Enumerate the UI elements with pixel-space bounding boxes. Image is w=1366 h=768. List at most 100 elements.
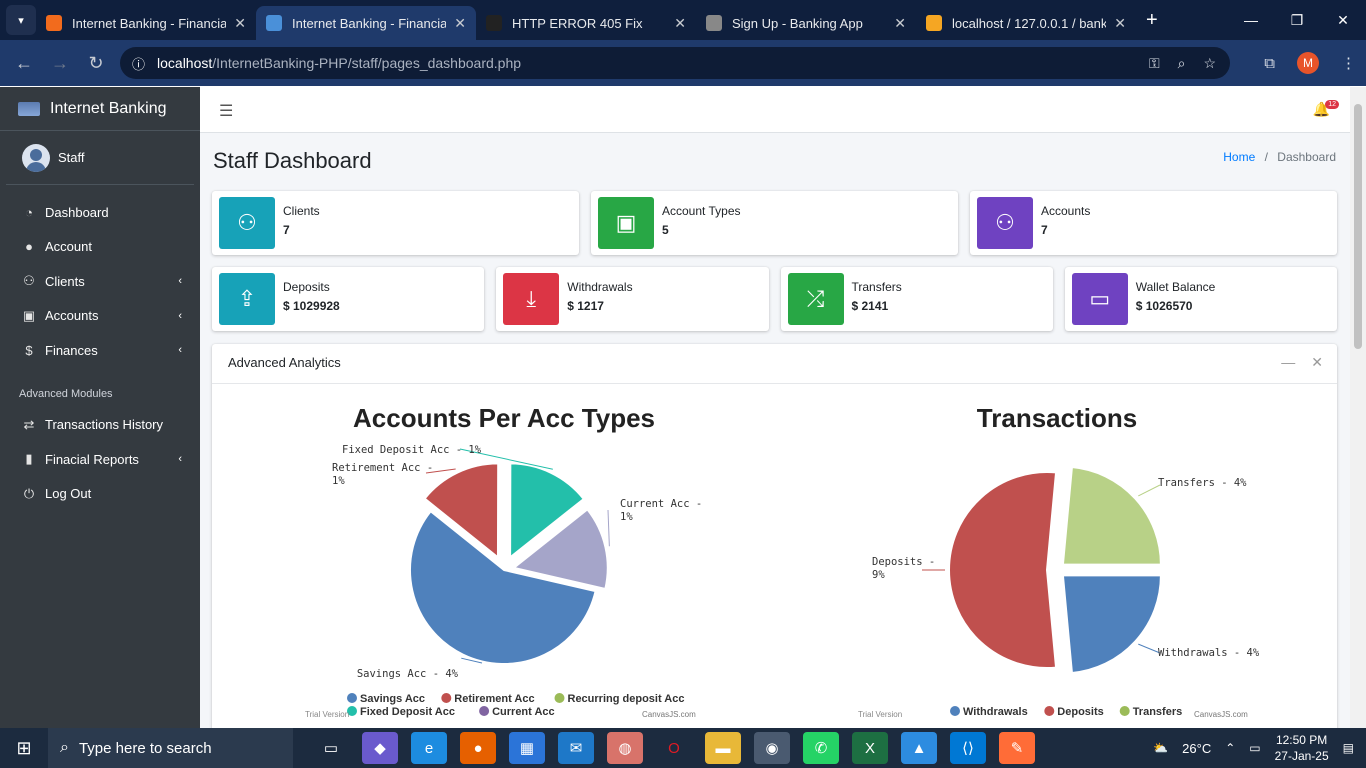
zoom-icon[interactable]: ⌕ xyxy=(1178,55,1186,72)
brand-link[interactable]: Internet Banking xyxy=(0,87,200,131)
stat-box-accounts: ⚇ Accounts 7 xyxy=(970,191,1337,255)
clock[interactable]: 12:50 PM 27-Jan-25 xyxy=(1275,732,1329,764)
sidebar-item-log-out[interactable]: ⏻ Log Out xyxy=(0,477,200,512)
pie-label: 1% xyxy=(620,511,633,523)
copilot-icon[interactable]: ◆ xyxy=(362,732,398,764)
paint-icon[interactable]: ▲ xyxy=(901,732,937,764)
tab-close-icon[interactable]: ✕ xyxy=(674,15,686,32)
excel-icon[interactable]: X xyxy=(852,732,888,764)
legend-label[interactable]: Withdrawals xyxy=(963,706,1028,718)
tab-close-icon[interactable]: ✕ xyxy=(1114,15,1126,32)
extensions-icon[interactable]: ⧉ xyxy=(1264,55,1275,72)
edge-icon[interactable]: e xyxy=(411,732,447,764)
tab-close-icon[interactable]: ✕ xyxy=(234,15,246,32)
pie-slice[interactable] xyxy=(1061,574,1162,675)
forward-icon[interactable]: → xyxy=(42,53,78,74)
notification-center-icon[interactable]: ▤ xyxy=(1343,741,1354,755)
task-view-icon[interactable]: ▭ xyxy=(313,732,349,764)
legend-label[interactable]: Current Acc xyxy=(492,706,555,718)
brand-logo-icon xyxy=(18,101,40,116)
money-icon: ▭ xyxy=(1071,273,1128,325)
sidebar-item-label: Clients xyxy=(45,273,85,289)
trial-version-text: Trial Version xyxy=(305,710,349,719)
sidebar-item-clients[interactable]: ⚇ Clients ‹ xyxy=(0,264,200,299)
page-title: Staff Dashboard xyxy=(213,148,372,173)
stat-label: Clients xyxy=(283,204,320,218)
address-bar: ← → ↻ ⓘ localhost/InternetBanking-PHP/st… xyxy=(0,40,1366,86)
photos-icon[interactable]: ◍ xyxy=(607,732,643,764)
sidebar-item-finacial-reports[interactable]: ▮ Finacial Reports ‹ xyxy=(0,442,200,477)
browser-tab[interactable]: localhost / 127.0.0.1 / bankir ✕ xyxy=(916,6,1136,40)
page-scrollbar[interactable] xyxy=(1350,87,1366,728)
browser-tab[interactable]: Internet Banking - Financial S ✕ xyxy=(256,6,476,40)
bookmark-star-icon[interactable]: ☆ xyxy=(1203,55,1216,72)
weather-icon[interactable]: ⛅ xyxy=(1153,741,1168,755)
back-icon[interactable]: ← xyxy=(6,53,42,74)
sidebar-item-finances[interactable]: $ Finances ‹ xyxy=(0,333,200,368)
pie-slice[interactable] xyxy=(1061,465,1162,566)
restore-icon[interactable]: ❐ xyxy=(1274,0,1320,40)
breadcrumb-home-link[interactable]: Home xyxy=(1223,150,1255,164)
chrome-icon[interactable]: ◉ xyxy=(754,732,790,764)
windows-start-icon[interactable]: ⊞ xyxy=(0,728,48,768)
sidebar-item-transactions-history[interactable]: ⇄ Transactions History xyxy=(0,408,200,443)
mail-icon[interactable]: ✉ xyxy=(558,732,594,764)
legend-label[interactable]: Savings Acc xyxy=(360,693,425,705)
pie-slice[interactable] xyxy=(948,471,1058,669)
browser-tab[interactable]: HTTP ERROR 405 Fix ✕ xyxy=(476,6,696,40)
content-wrapper: Staff Dashboard Home / Dashboard ⚇ Client… xyxy=(200,133,1350,728)
legend-label[interactable]: Deposits xyxy=(1057,706,1103,718)
hamburger-menu-icon[interactable]: ☰ xyxy=(219,101,233,121)
pie-label: Withdrawals - 4% xyxy=(1158,647,1260,659)
pie-label: Retirement Acc - xyxy=(332,462,433,474)
user-panel[interactable]: Staff xyxy=(6,131,194,185)
tab-search-button[interactable]: ▾ xyxy=(6,5,36,35)
vscode-icon[interactable]: ⟨⟩ xyxy=(950,732,986,764)
notification-badge: 12 xyxy=(1325,100,1339,109)
briefcase-icon: ▣ xyxy=(598,197,654,249)
url-input[interactable]: ⓘ localhost/InternetBanking-PHP/staff/pa… xyxy=(120,47,1230,79)
legend-label[interactable]: Retirement Acc xyxy=(454,693,534,705)
canvasjs-credit-link[interactable]: CanvasJS.com xyxy=(1194,710,1248,719)
sidebar-item-account[interactable]: ● Account xyxy=(0,230,200,265)
password-key-icon[interactable]: ⚿ xyxy=(1149,55,1160,72)
stat-box-clients: ⚇ Clients 7 xyxy=(212,191,579,255)
download-icon: ⤓ xyxy=(503,273,560,325)
remove-icon[interactable]: ✕ xyxy=(1311,354,1323,371)
sidebar-item-label: Finances xyxy=(45,342,98,358)
whatsapp-icon[interactable]: ✆ xyxy=(803,732,839,764)
minimize-icon[interactable]: — xyxy=(1228,0,1274,40)
browser-menu-icon[interactable]: ⋮ xyxy=(1341,54,1356,72)
stat-label: Transfers xyxy=(851,280,902,294)
postman-icon[interactable]: ✎ xyxy=(999,732,1035,764)
pie-label: Fixed Deposit Acc - 1% xyxy=(342,444,482,456)
firefox-icon[interactable]: ● xyxy=(460,732,496,764)
profile-avatar[interactable]: M xyxy=(1297,52,1319,74)
stat-box-withdrawals: ⤓ Withdrawals $ 1217 xyxy=(496,267,769,331)
taskbar-search[interactable]: ⌕ Type here to search xyxy=(48,728,293,768)
tab-close-icon[interactable]: ✕ xyxy=(894,15,906,32)
close-window-icon[interactable]: ✕ xyxy=(1320,0,1366,40)
legend-label[interactable]: Transfers xyxy=(1133,706,1183,718)
browser-tab[interactable]: Sign Up - Banking App ✕ xyxy=(696,6,916,40)
store-icon[interactable]: ▦ xyxy=(509,732,545,764)
stat-value: $ 1029928 xyxy=(283,299,340,313)
network-icon[interactable]: ▭ xyxy=(1249,741,1260,755)
sidebar-item-label: Account xyxy=(45,239,92,255)
url-path: /InternetBanking-PHP/staff/pages_dashboa… xyxy=(212,55,522,71)
new-tab-button[interactable]: + xyxy=(1146,9,1158,32)
file-explorer-icon[interactable]: ▬ xyxy=(705,732,741,764)
tab-close-icon[interactable]: ✕ xyxy=(454,15,466,32)
browser-tab[interactable]: Internet Banking - Financial S ✕ xyxy=(36,6,256,40)
legend-label[interactable]: Recurring deposit Acc xyxy=(568,693,685,705)
reload-icon[interactable]: ↻ xyxy=(78,53,114,74)
legend-label[interactable]: Fixed Deposit Acc xyxy=(360,706,455,718)
opera-icon[interactable]: O xyxy=(656,732,692,764)
tray-chevron-icon[interactable]: ⌃ xyxy=(1225,741,1235,755)
canvasjs-credit-link[interactable]: CanvasJS.com xyxy=(642,710,696,719)
sidebar-item-dashboard[interactable]: ◔ Dashboard xyxy=(0,195,200,230)
collapse-icon[interactable]: — xyxy=(1281,354,1295,371)
user-icon: ● xyxy=(25,239,33,255)
site-info-icon[interactable]: ⓘ xyxy=(132,54,145,73)
sidebar-item-accounts[interactable]: ▣ Accounts ‹ xyxy=(0,299,200,334)
